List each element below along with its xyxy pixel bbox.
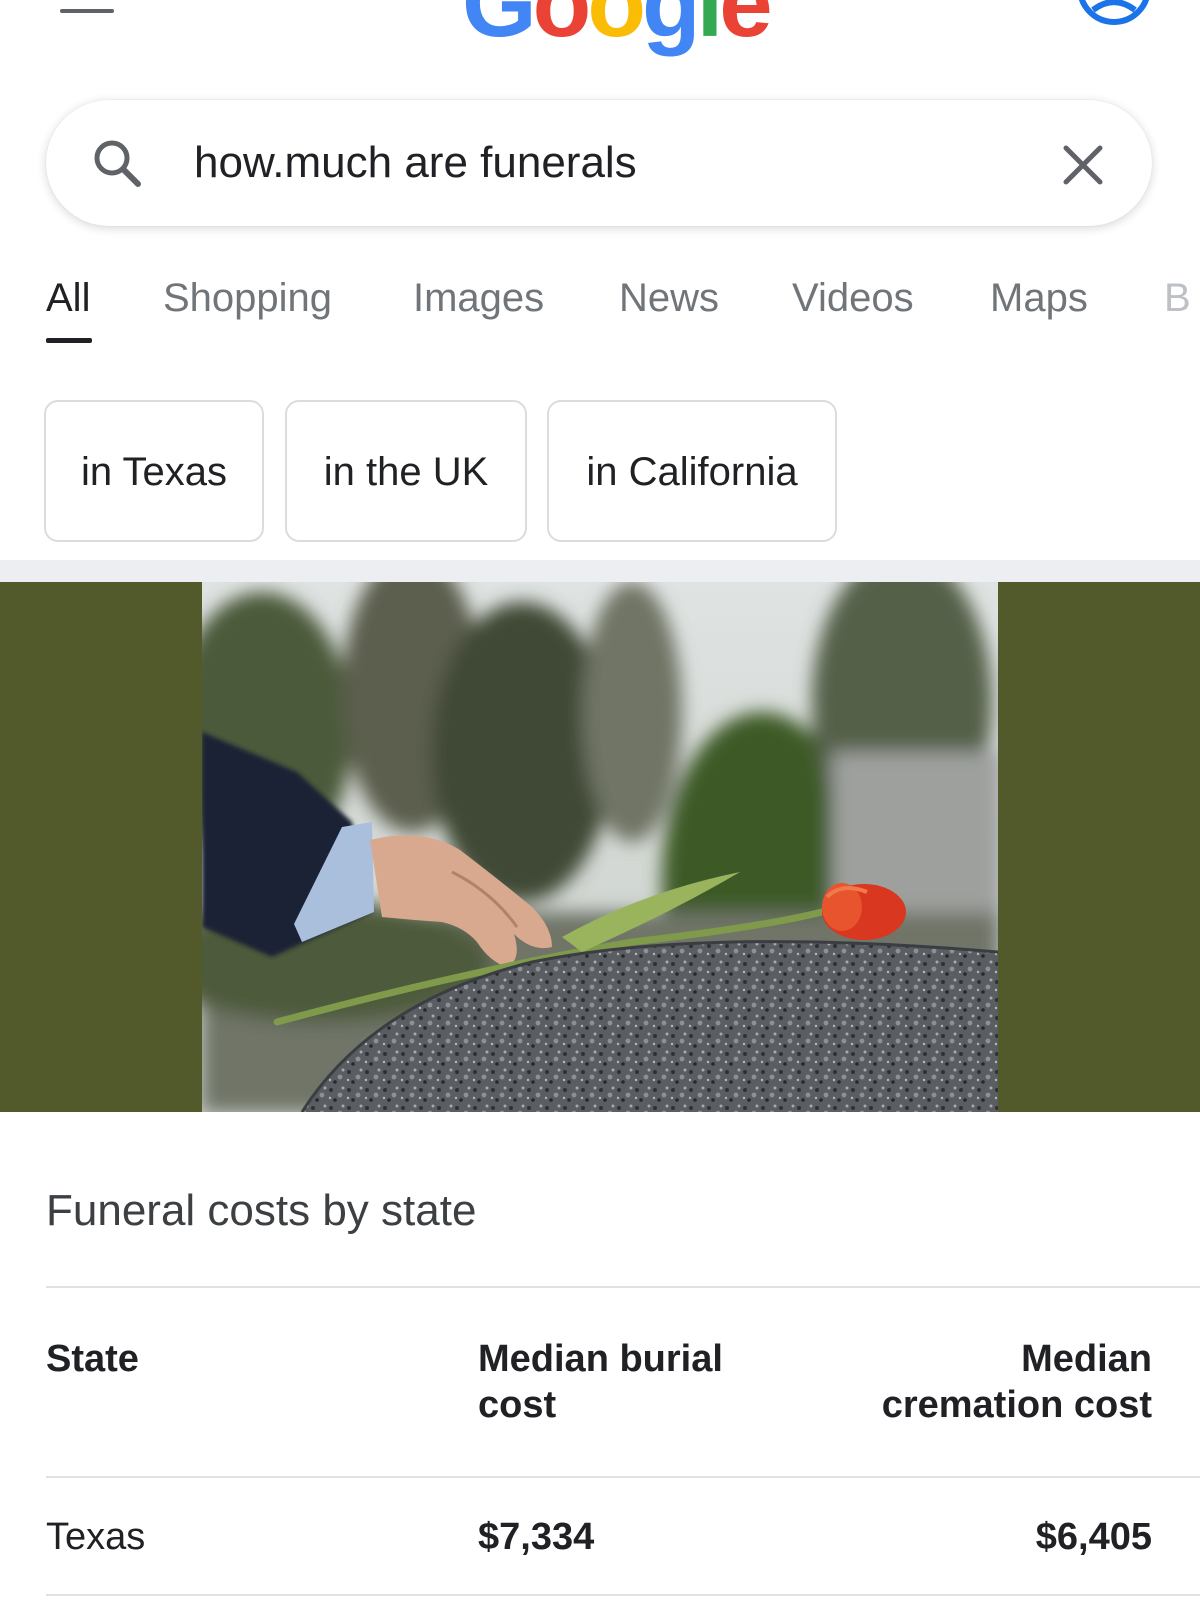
search-input[interactable] [194,128,1014,198]
account-circle-icon[interactable] [1076,0,1156,40]
table-cell-burial-cost: $7,334 [478,1516,595,1558]
chip-label: in California [586,450,798,494]
google-logo[interactable]: Google [462,0,773,52]
tab-maps[interactable]: Maps [990,276,1088,321]
refinement-chip-california[interactable]: in California [547,400,837,542]
table-cell-cremation-cost: $6,405 [1035,1516,1152,1558]
column-header-burial-cost: Median burial cost [478,1338,723,1426]
search-tabs: All Shopping Images News Videos Maps B [46,276,1200,346]
table-title: Funeral costs by state [46,1186,477,1235]
logo-letter: o [587,0,646,57]
tab-images[interactable]: Images [413,276,544,321]
tab-more[interactable]: B [1164,276,1191,321]
logo-letter: o [532,0,592,57]
logo-letter: G [462,0,537,57]
refinement-chip-texas[interactable]: in Texas [44,400,264,542]
chip-label: in Texas [80,450,227,494]
table-divider [46,1286,1200,1288]
search-results-page: Google All Shopping Images News Videos M… [0,0,1200,1611]
section-divider [0,560,1200,582]
table-divider [46,1476,1200,1478]
funeral-photo[interactable] [202,582,998,1112]
active-tab-indicator [46,338,92,343]
logo-letter: l [696,0,724,57]
search-bar[interactable] [46,100,1152,226]
tab-shopping[interactable]: Shopping [163,276,332,321]
tab-all[interactable]: All [46,276,90,321]
hamburger-menu-icon[interactable] [60,0,114,26]
tab-videos[interactable]: Videos [792,276,914,321]
column-header-state: State [46,1338,139,1380]
logo-letter: e [719,0,772,57]
refinement-chip-uk[interactable]: in the UK [285,400,527,542]
close-icon[interactable] [1058,140,1108,190]
tab-news[interactable]: News [619,276,719,321]
logo-letter: g [641,0,701,57]
table-divider [46,1594,1200,1596]
table-cell-state: Texas [46,1516,146,1558]
chip-label: in the UK [323,450,489,494]
search-icon[interactable] [88,134,148,194]
column-header-cremation-cost: Median cremation cost [881,1338,1152,1426]
